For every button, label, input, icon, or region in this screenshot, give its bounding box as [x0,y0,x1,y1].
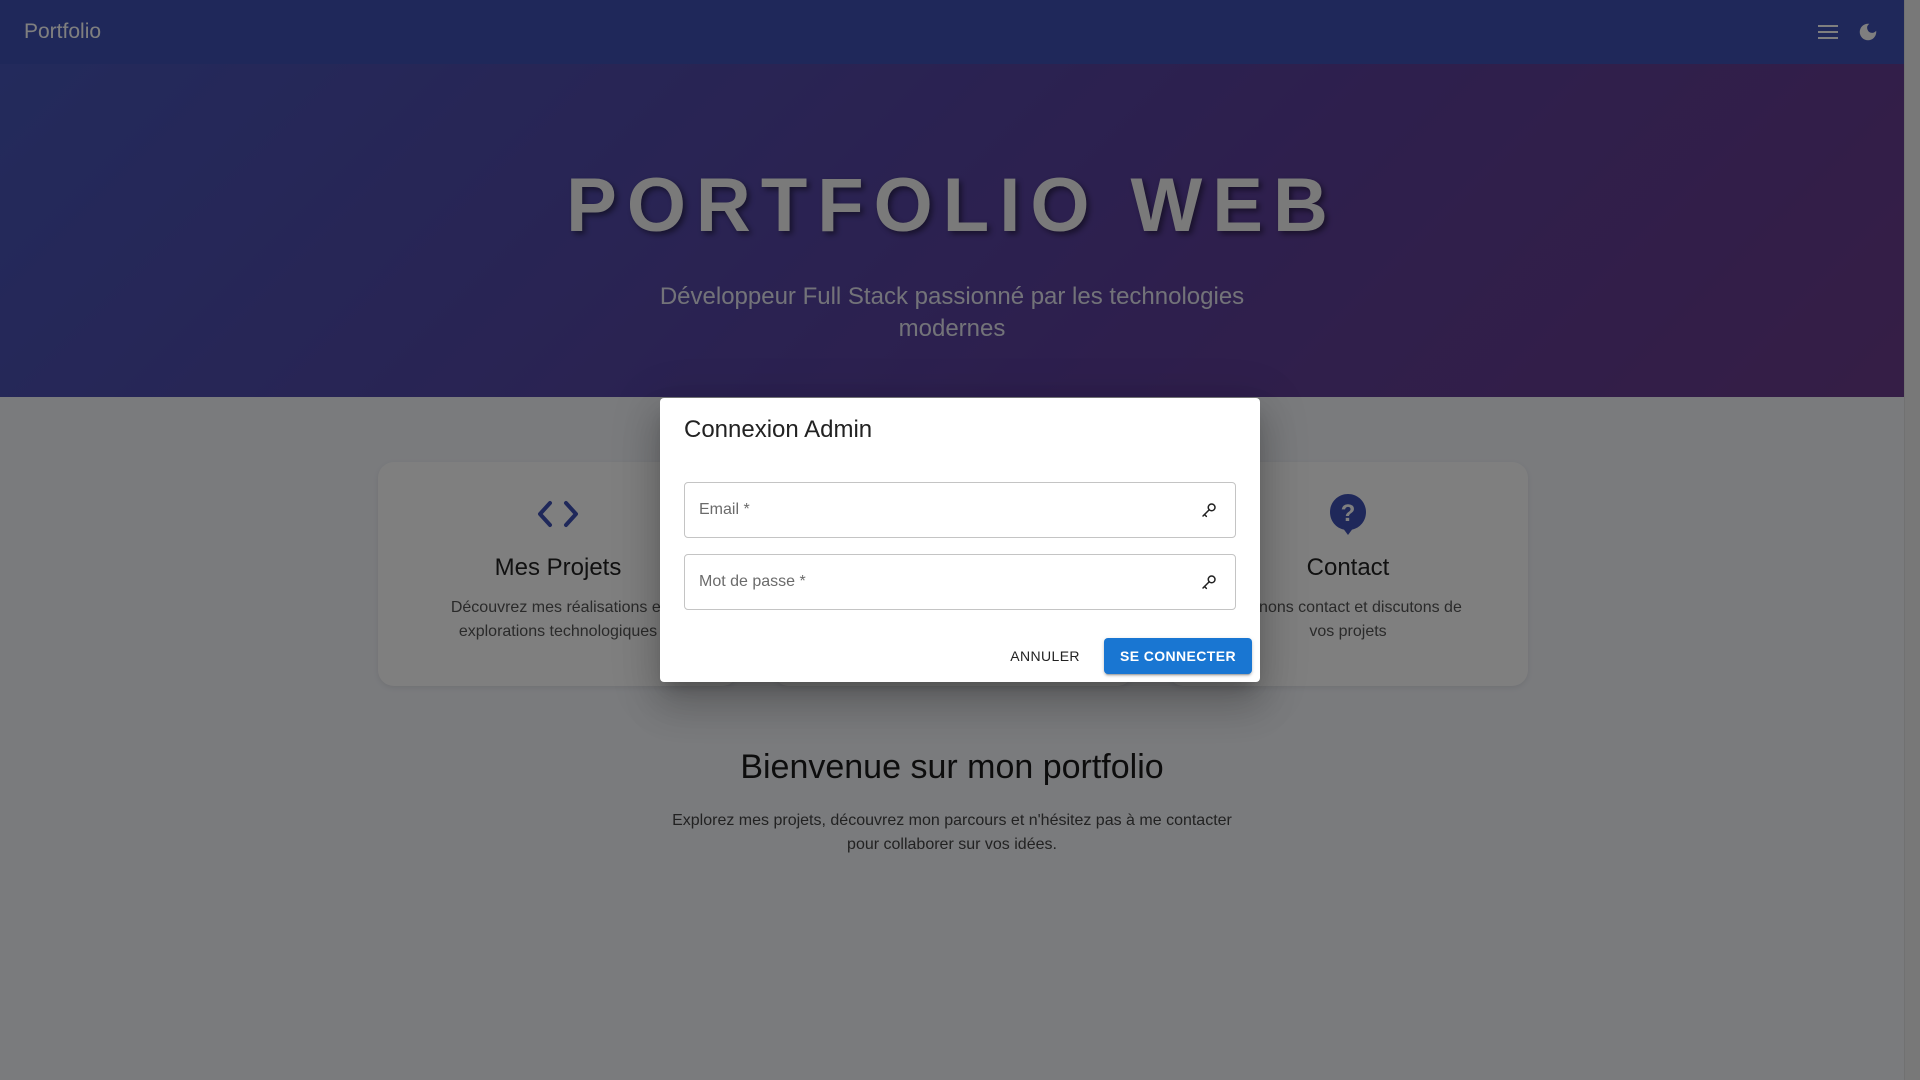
dialog-title: Connexion Admin [684,416,873,443]
password-field[interactable] [684,554,1236,610]
email-field[interactable] [684,482,1236,538]
email-input[interactable] [699,501,1197,519]
password-input[interactable] [699,573,1197,591]
key-icon [1197,498,1221,522]
key-icon [1197,570,1221,594]
login-button[interactable]: SE CONNECTER [1103,638,1252,674]
login-dialog: Connexion Admin ANNULER SE CONNECTER [660,398,1260,682]
cancel-button[interactable]: ANNULER [994,638,1096,674]
dialog-actions: ANNULER SE CONNECTER [994,638,1252,674]
